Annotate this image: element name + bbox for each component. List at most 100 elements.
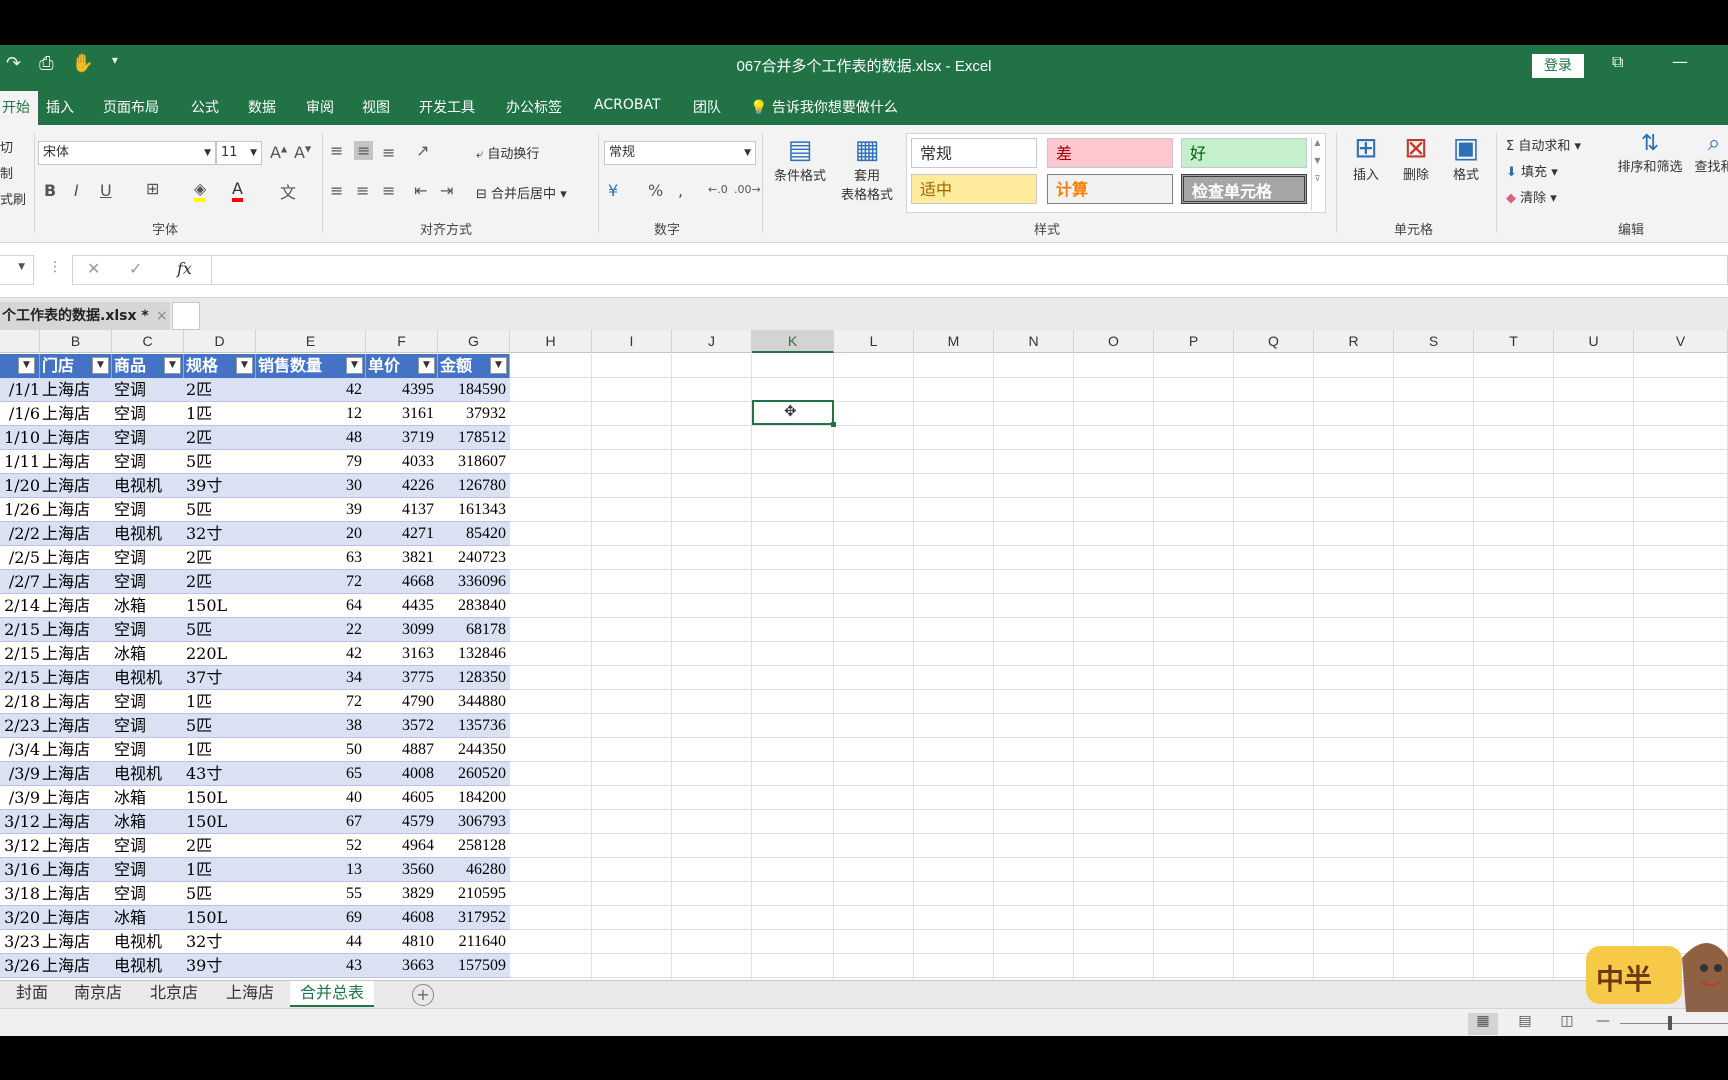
table-cell[interactable]: 空调 <box>112 546 184 570</box>
table-cell[interactable]: 5匹 <box>184 618 256 642</box>
column-header-g[interactable]: G <box>438 330 510 353</box>
table-cell[interactable]: 3/26 <box>0 954 40 978</box>
tab-review[interactable]: 审阅 <box>306 97 334 117</box>
table-cell[interactable]: 3/16 <box>0 858 40 882</box>
tab-developer[interactable]: 开发工具 <box>419 97 475 117</box>
table-cell[interactable]: 3/12 <box>0 834 40 858</box>
table-cell[interactable]: 12 <box>256 402 366 426</box>
tab-data[interactable]: 数据 <box>248 97 276 117</box>
sheet-tab-merged[interactable]: 合并总表 <box>290 981 375 1007</box>
table-cell[interactable]: 5匹 <box>184 882 256 906</box>
filter-dropdown-icon[interactable]: ▼ <box>164 357 181 374</box>
column-header-k[interactable]: K <box>752 330 834 353</box>
table-cell[interactable]: /3/9 <box>0 762 40 786</box>
table-cell[interactable]: 4887 <box>366 738 438 762</box>
table-cell[interactable]: 电视机 <box>112 930 184 954</box>
filter-dropdown-icon[interactable]: ▼ <box>490 357 507 374</box>
tab-team[interactable]: 团队 <box>693 97 721 117</box>
enter-icon[interactable]: ✓ <box>129 259 142 278</box>
table-cell[interactable]: 2/15 <box>0 666 40 690</box>
table-cell[interactable]: 上海店 <box>40 690 112 714</box>
table-cell[interactable]: 空调 <box>112 690 184 714</box>
active-cell[interactable]: ✥ <box>752 400 836 427</box>
table-cell[interactable]: 34 <box>256 666 366 690</box>
tab-acrobat[interactable]: ACROBAT <box>594 97 661 113</box>
table-cell[interactable]: 3/20 <box>0 906 40 930</box>
ribbon-display-icon[interactable]: ⧉ <box>1612 52 1623 72</box>
tab-view[interactable]: 视图 <box>362 97 390 117</box>
table-cell[interactable]: 72 <box>256 690 366 714</box>
tab-page-layout[interactable]: 页面布局 <box>103 97 159 117</box>
copy-button[interactable]: 制 <box>0 163 13 182</box>
table-cell[interactable]: 244350 <box>438 738 510 762</box>
decrease-font-icon[interactable]: A▼ <box>294 143 311 162</box>
table-cell[interactable]: 2/15 <box>0 618 40 642</box>
table-cell[interactable]: 43寸 <box>184 762 256 786</box>
table-cell[interactable]: /2/2 <box>0 522 40 546</box>
table-cell[interactable]: 318607 <box>438 450 510 474</box>
insert-function-button[interactable]: fx <box>177 259 192 278</box>
table-cell[interactable]: 3/18 <box>0 882 40 906</box>
table-cell[interactable]: 4395 <box>366 378 438 402</box>
find-select-button[interactable]: ⌕ 查找和 <box>1694 131 1728 175</box>
table-cell[interactable]: 电视机 <box>112 522 184 546</box>
table-cell[interactable]: 冰箱 <box>112 594 184 618</box>
table-cell[interactable]: 52 <box>256 834 366 858</box>
table-cell[interactable]: 184200 <box>438 786 510 810</box>
table-cell[interactable]: 2匹 <box>184 378 256 402</box>
minimize-icon[interactable]: — <box>1672 52 1688 71</box>
table-cell[interactable]: 上海店 <box>40 930 112 954</box>
table-cell[interactable]: 5匹 <box>184 714 256 738</box>
sheet-tab-shanghai[interactable]: 上海店 <box>226 981 274 1007</box>
tab-office-tabs[interactable]: 办公标签 <box>506 97 562 117</box>
table-cell[interactable]: 冰箱 <box>112 642 184 666</box>
filter-dropdown-icon[interactable]: ▼ <box>236 357 253 374</box>
table-cell[interactable]: 上海店 <box>40 666 112 690</box>
align-center-icon[interactable]: ≡ <box>356 181 369 200</box>
table-cell[interactable]: 4137 <box>366 498 438 522</box>
table-cell[interactable]: 4226 <box>366 474 438 498</box>
column-header-j[interactable]: J <box>672 330 752 353</box>
table-cell[interactable]: 2匹 <box>184 426 256 450</box>
table-cell[interactable]: 4271 <box>366 522 438 546</box>
table-cell[interactable]: 空调 <box>112 618 184 642</box>
table-cell[interactable]: 上海店 <box>40 762 112 786</box>
table-cell[interactable]: 空调 <box>112 498 184 522</box>
table-cell[interactable]: 上海店 <box>40 714 112 738</box>
table-cell[interactable]: 344880 <box>438 690 510 714</box>
table-cell[interactable]: 空调 <box>112 738 184 762</box>
table-cell[interactable]: 184590 <box>438 378 510 402</box>
gallery-scroll[interactable]: ▲ ▼ ⊽ <box>1311 138 1323 210</box>
table-cell[interactable]: 37寸 <box>184 666 256 690</box>
tab-formulas[interactable]: 公式 <box>191 97 219 117</box>
table-cell[interactable]: 46280 <box>438 858 510 882</box>
table-cell[interactable]: 22 <box>256 618 366 642</box>
table-cell[interactable]: 3829 <box>366 882 438 906</box>
new-workbook-tab[interactable] <box>172 302 200 330</box>
table-cell[interactable]: /3/9 <box>0 786 40 810</box>
autosum-button[interactable]: Σ 自动求和 ▾ <box>1506 135 1581 154</box>
table-cell[interactable]: 冰箱 <box>112 786 184 810</box>
sheet-tab-nanjing[interactable]: 南京店 <box>74 981 122 1007</box>
table-cell[interactable]: 上海店 <box>40 474 112 498</box>
table-cell[interactable]: 3163 <box>366 642 438 666</box>
bold-icon[interactable]: B <box>44 181 56 200</box>
table-cell[interactable]: 上海店 <box>40 594 112 618</box>
table-cell[interactable]: 65 <box>256 762 366 786</box>
decrease-indent-icon[interactable]: ⇤ <box>414 181 427 200</box>
column-header-v[interactable]: V <box>1634 330 1728 353</box>
table-cell[interactable]: 上海店 <box>40 954 112 978</box>
table-cell[interactable]: 3572 <box>366 714 438 738</box>
table-cell[interactable]: 132846 <box>438 642 510 666</box>
underline-icon[interactable]: U <box>100 181 112 200</box>
table-cell[interactable]: 220L <box>184 642 256 666</box>
column-header-o[interactable]: O <box>1074 330 1154 353</box>
table-cell[interactable]: 283840 <box>438 594 510 618</box>
table-cell[interactable]: 4608 <box>366 906 438 930</box>
column-header-e[interactable]: E <box>256 330 366 353</box>
style-calculation[interactable]: 计算 <box>1047 174 1173 204</box>
table-cell[interactable]: 4790 <box>366 690 438 714</box>
table-cell[interactable]: /3/4 <box>0 738 40 762</box>
column-header-f[interactable]: F <box>366 330 438 353</box>
table-cell[interactable]: 上海店 <box>40 570 112 594</box>
